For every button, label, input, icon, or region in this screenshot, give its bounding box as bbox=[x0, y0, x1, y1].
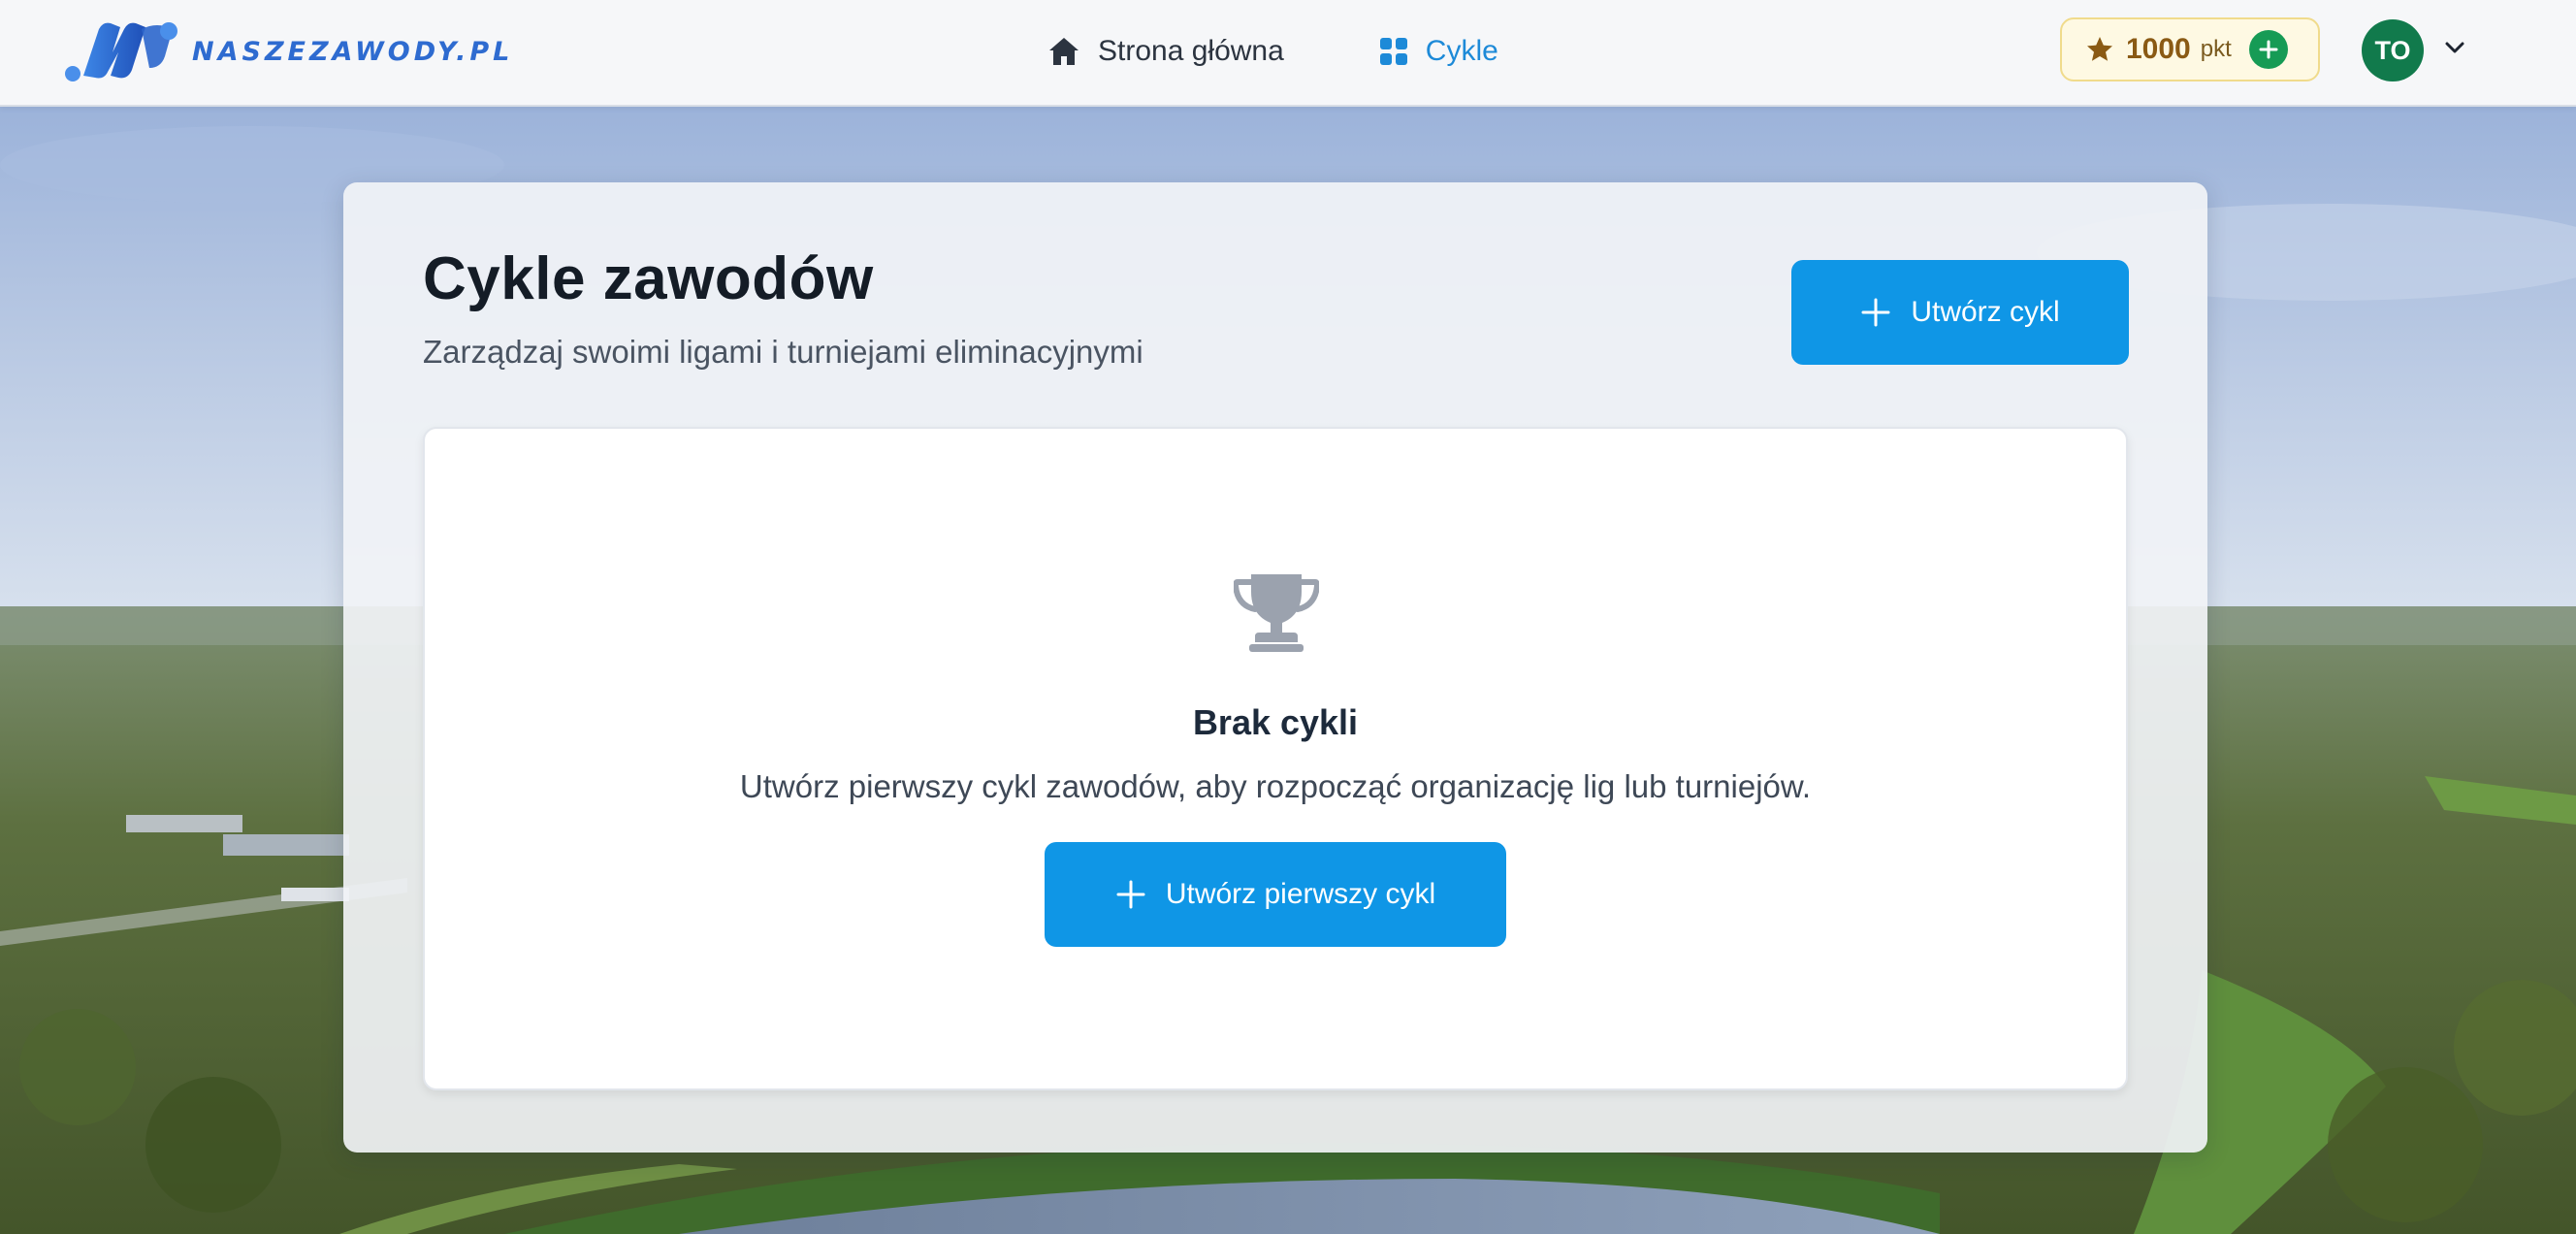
brand-name: NASZEZAWODY.PL bbox=[192, 36, 514, 67]
grid-icon bbox=[1379, 38, 1407, 65]
plus-icon bbox=[1861, 298, 1890, 327]
add-points-button[interactable] bbox=[2248, 30, 2288, 69]
page-subtitle: Zarządzaj swoimi ligami i turniejami eli… bbox=[423, 334, 1143, 370]
points-badge[interactable]: 1000 pkt bbox=[2060, 17, 2320, 81]
user-avatar[interactable]: TO bbox=[2362, 19, 2424, 81]
create-cycle-button-label: Utwórz cykl bbox=[1911, 296, 2060, 328]
home-icon bbox=[1049, 38, 1079, 65]
points-value: 1000 bbox=[2126, 33, 2191, 65]
nav-item-cycles[interactable]: Cykle bbox=[1379, 35, 1498, 68]
brand-logo[interactable]: NASZEZAWODY.PL bbox=[64, 17, 513, 85]
logo-mark-icon bbox=[65, 22, 177, 81]
nav-item-home-label: Strona główna bbox=[1098, 35, 1284, 67]
empty-state-card: Brak cykli Utwórz pierwszy cykl zawodów,… bbox=[423, 427, 2128, 1090]
top-navbar: NASZEZAWODY.PL Strona główna Cykle 1000 … bbox=[0, 0, 2576, 107]
trophy-icon bbox=[1234, 574, 1319, 652]
cycles-panel: Cykle zawodów Zarządzaj swoimi ligami i … bbox=[343, 182, 2207, 1153]
plus-icon bbox=[2259, 40, 2278, 59]
empty-state-title: Brak cykli bbox=[1192, 702, 1359, 742]
chevron-down-icon[interactable] bbox=[2442, 35, 2467, 60]
nav-item-cycles-label: Cykle bbox=[1425, 35, 1498, 67]
page-title: Cykle zawodów bbox=[423, 245, 874, 312]
nav-item-home[interactable]: Strona główna bbox=[1047, 35, 1284, 68]
points-unit: pkt bbox=[2200, 36, 2232, 62]
create-cycle-button[interactable]: Utwórz cykl bbox=[1791, 260, 2129, 365]
empty-state-text: Utwórz pierwszy cykl zawodów, aby rozpoc… bbox=[739, 768, 1812, 804]
create-first-cycle-button[interactable]: Utwórz pierwszy cykl bbox=[1045, 842, 1506, 947]
star-icon bbox=[2087, 37, 2112, 61]
plus-icon bbox=[1116, 880, 1145, 909]
main-nav: Strona główna Cykle bbox=[1047, 21, 1498, 81]
create-first-cycle-button-label: Utwórz pierwszy cykl bbox=[1165, 878, 1436, 910]
